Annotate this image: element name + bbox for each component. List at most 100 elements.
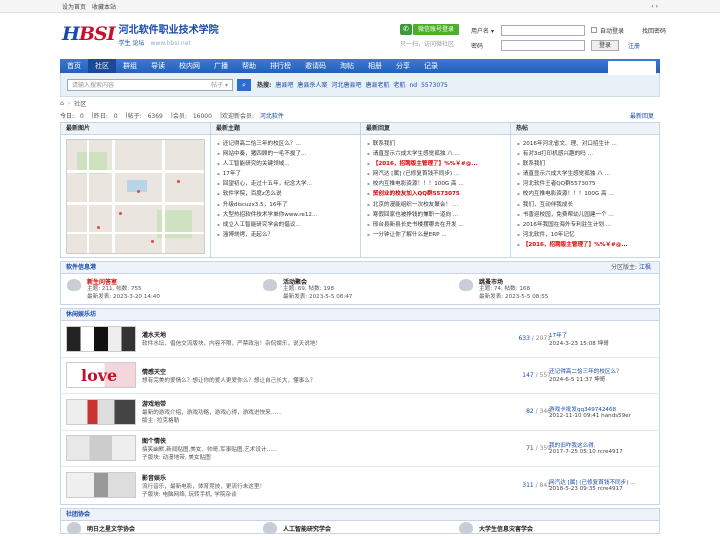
nav-item[interactable]: 排行榜 bbox=[263, 59, 298, 73]
forum-counts: 147 / 557 bbox=[522, 371, 551, 379]
forum-thumbnail[interactable]: love bbox=[66, 362, 136, 389]
list-item[interactable]: 贸创业的校友加入QQ群5573075 bbox=[367, 189, 510, 199]
hot-search-link[interactable]: 老航 bbox=[393, 82, 405, 89]
remember-checkbox[interactable] bbox=[591, 27, 597, 33]
forum-name[interactable]: 影音娱乐 bbox=[142, 473, 382, 482]
set-home-link[interactable]: 设为首页 bbox=[62, 4, 86, 11]
forum-name[interactable]: 明日之星文学协会 bbox=[87, 524, 135, 533]
list-item[interactable]: 北京的漫能组织一次校友聚会！ ... bbox=[367, 200, 510, 210]
forum-thumbnail[interactable] bbox=[66, 398, 136, 425]
list-item[interactable]: 2016年我国在海外专利驻生计划 ... bbox=[517, 220, 659, 230]
forum-thumbnail[interactable] bbox=[66, 472, 136, 499]
forum-name[interactable]: 游戏地带 bbox=[142, 399, 382, 408]
last-post-link[interactable]: 还记得高二恰三年的校区么？ bbox=[549, 367, 622, 375]
nav-item[interactable]: 校内网 bbox=[172, 59, 207, 73]
latest-image-map[interactable] bbox=[66, 139, 205, 254]
last-post-link[interactable]: 游戏卡批发qq349742468 bbox=[549, 405, 631, 413]
forum-name[interactable]: 灌水天地 bbox=[142, 330, 382, 339]
search-input[interactable]: 请输入搜索内容 帖子 ▾ bbox=[67, 78, 233, 91]
list-item[interactable]: 成立人工智能研究学会的倡议... bbox=[217, 220, 360, 230]
hot-search-link[interactable]: 5573075 bbox=[421, 82, 448, 89]
list-item[interactable]: 17年了 bbox=[217, 169, 360, 179]
list-item[interactable]: 邢台县新县长史书楼摆哪去在开发 ... bbox=[367, 220, 510, 230]
register-link[interactable]: 注册 bbox=[628, 41, 640, 50]
section-title[interactable]: 软件信息港 bbox=[66, 264, 96, 271]
list-item[interactable]: 寒假回家也被挣钱的兼职一道向 ... bbox=[367, 210, 510, 220]
site-logo[interactable]: HBSI 河北软件职业技术学院 学生 论坛 www.hbsi.net bbox=[62, 21, 219, 47]
forum-name[interactable]: 大学生信息灾害学会 bbox=[479, 524, 533, 533]
list-item[interactable]: 书香迎校园，免费帮幼儿园建一个 ... bbox=[517, 210, 659, 220]
search-button[interactable]: ⌕ bbox=[237, 78, 251, 91]
list-item[interactable]: 淄博烧烤，走起么？ bbox=[217, 230, 360, 240]
forum-thumbnail[interactable] bbox=[66, 325, 136, 352]
hot-search-link[interactable]: 河北唐县吧 bbox=[331, 82, 361, 89]
list-item[interactable]: 网汽达 [属] (已修复首钱不同步) ... bbox=[367, 169, 510, 179]
nav-item[interactable]: 广播 bbox=[207, 59, 235, 73]
username-input[interactable] bbox=[501, 24, 585, 36]
forum-last-post: 游戏卡批发qq349742468 2012-11-10 09:41 hands59… bbox=[549, 405, 631, 419]
forum-item: 大学生信息灾害学会 bbox=[453, 521, 649, 534]
hot-search-link[interactable]: nd bbox=[409, 82, 417, 89]
list-item[interactable]: 软件学院，百度z怎么说 bbox=[217, 189, 360, 199]
nav-item[interactable]: 记录 bbox=[417, 59, 445, 73]
logo-subtitle: 学生 论坛 www.hbsi.net bbox=[118, 40, 191, 47]
list-item[interactable]: 联系我们 bbox=[517, 159, 659, 169]
nav-item[interactable]: 群组 bbox=[116, 59, 144, 73]
section-title[interactable]: 社团协会 bbox=[66, 511, 90, 518]
last-post-link[interactable]: 17年了 bbox=[549, 331, 609, 339]
list-item[interactable]: 升级discuzx3.5，16年了 bbox=[217, 200, 360, 210]
quick-nav-button[interactable]: 快捷导航 ▾ bbox=[608, 61, 656, 75]
forum-name[interactable]: 跳蚤市场 bbox=[479, 277, 548, 286]
list-item[interactable]: 校内互推电影资源！！！100G 高 ... bbox=[367, 179, 510, 189]
bookmark-link[interactable]: 收藏本站 bbox=[92, 4, 116, 11]
nav-item[interactable]: 社区 bbox=[88, 59, 116, 73]
list-item[interactable]: 【2016，招聘版主管理了】%%￥#@... bbox=[367, 159, 510, 169]
list-item[interactable]: 回望初心，走过十五年，纪念大学... bbox=[217, 179, 360, 189]
password-input[interactable] bbox=[501, 39, 585, 51]
forum-name[interactable]: 活动聚会 bbox=[283, 277, 352, 286]
list-item[interactable]: 联系我们 bbox=[367, 139, 510, 149]
list-item[interactable]: 校内互推电影资源！！！100G 高 ... bbox=[517, 189, 659, 199]
list-item[interactable]: 还记得高二恰三年的校区么？... bbox=[217, 139, 360, 149]
hot-search-link[interactable]: 唐县吧 bbox=[275, 82, 293, 89]
login-button[interactable]: 登录 bbox=[591, 39, 619, 51]
hot-search-link[interactable]: 唐县老航 bbox=[365, 82, 389, 89]
forum-name[interactable]: 人工智能研究学会 bbox=[283, 524, 331, 533]
forum-name[interactable]: 图个情侠 bbox=[142, 436, 382, 445]
latest-reply-link[interactable]: 最新回复 bbox=[630, 111, 654, 120]
nav-item[interactable]: 邀请码 bbox=[298, 59, 333, 73]
forgot-password-link[interactable]: 找回密码 bbox=[642, 26, 666, 35]
search-scope-select[interactable]: 帖子 ▾ bbox=[211, 80, 228, 89]
list-item[interactable]: 一分钟让你了解什么是ERP ... bbox=[367, 230, 510, 240]
list-item[interactable]: 请直显示六成大学生感觉孤独 八 ... bbox=[517, 169, 659, 179]
forum-name[interactable]: 情感天空 bbox=[142, 367, 382, 376]
forum-thumbnail[interactable] bbox=[66, 435, 136, 462]
list-item[interactable]: 人工智能研究的关键领域... bbox=[217, 159, 360, 169]
section-title[interactable]: 休闲娱乐坊 bbox=[66, 311, 96, 318]
nav-item[interactable]: 淘帖 bbox=[333, 59, 361, 73]
list-item[interactable]: 网站中奏，猪四顾的一毛不拔了... bbox=[217, 149, 360, 159]
list-item[interactable]: 河北软件，10年记忆 bbox=[517, 230, 659, 240]
list-item[interactable]: 大型热招软件技术学单你www.re12... bbox=[217, 210, 360, 220]
nav-item[interactable]: 首页 bbox=[60, 59, 88, 73]
moderator-link[interactable]: 江枫 bbox=[639, 264, 651, 271]
last-post-link[interactable]: 我的旧咋我这么得. bbox=[549, 441, 623, 449]
nav-item[interactable]: 相册 bbox=[361, 59, 389, 73]
list-item[interactable]: 2016年河北省文、理、对口招生计 ... bbox=[517, 139, 659, 149]
last-post-link[interactable]: 网汽达 [属] (已修复首钱不同步) ... bbox=[549, 478, 636, 486]
list-item[interactable]: 有对3d打印机感兴趣的吗 ... bbox=[517, 149, 659, 159]
list-item[interactable]: 河北软件王者QQ群5573075 bbox=[517, 179, 659, 189]
new-member-link[interactable]: 河北软件 bbox=[260, 113, 284, 120]
list-item[interactable]: 我们，互动伴我成长 bbox=[517, 200, 659, 210]
list-item[interactable]: 【2016，招聘版主管理了】%%￥#@... bbox=[517, 240, 659, 250]
nav-item[interactable]: 帮助 bbox=[235, 59, 263, 73]
nav-item[interactable]: 导读 bbox=[144, 59, 172, 73]
list-item[interactable]: 请直显示六成大学生感觉孤独 八 ... bbox=[367, 149, 510, 159]
hot-search-link[interactable]: 唐县杀人案 bbox=[297, 82, 327, 89]
home-icon[interactable]: ⌂ bbox=[60, 100, 64, 107]
wechat-login-button[interactable]: ✆ 微信账号登录 bbox=[400, 24, 460, 35]
topbar-scroll-icon[interactable]: ‹ › bbox=[651, 3, 658, 10]
forum-name[interactable]: 新生问答室 bbox=[87, 277, 160, 286]
logo-name: 河北软件职业技术学院 bbox=[118, 25, 219, 36]
nav-item[interactable]: 分享 bbox=[389, 59, 417, 73]
